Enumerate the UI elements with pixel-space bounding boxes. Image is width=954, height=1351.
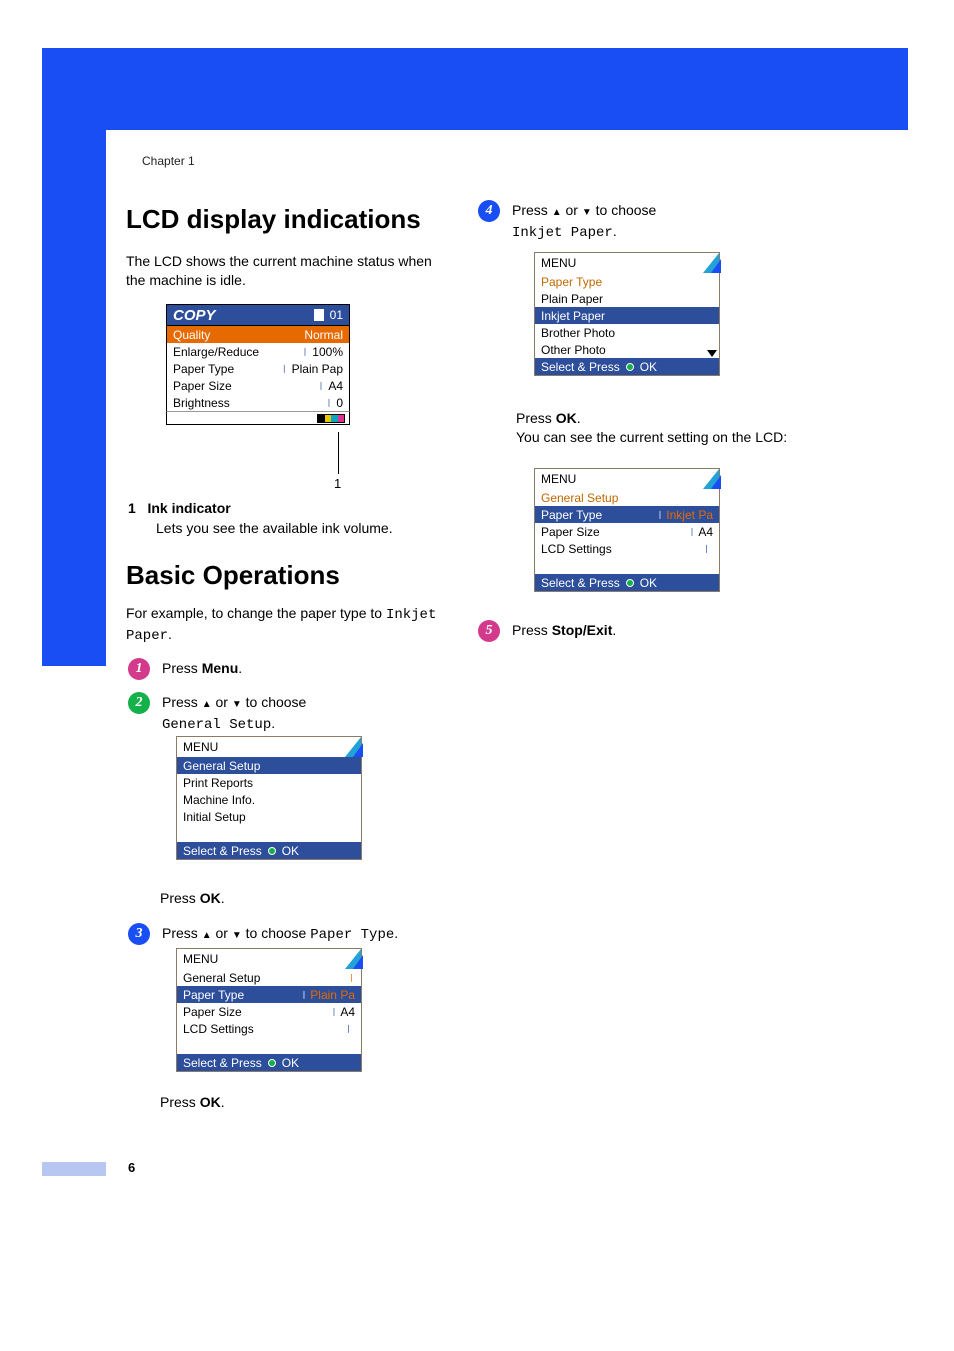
menu-lcd-step3: MENU General Setup❘ Paper Type❘Plain Pa … [176, 948, 362, 1072]
menu-item: Print Reports [177, 774, 361, 791]
ink-note-body: Lets you see the available ink volume. [156, 520, 393, 536]
copy-row: Brightness❘0 [166, 394, 350, 411]
menu-item: Paper Type [535, 273, 719, 290]
step-number-icon: 1 [128, 658, 150, 680]
copy-row: Paper Size❘A4 [166, 377, 350, 394]
down-arrow-icon [232, 925, 242, 941]
menu-highlight: Paper Type❘Inkjet Pa [535, 506, 719, 523]
menu-item: General Setup❘ [177, 969, 361, 986]
copy-title: COPY [173, 307, 216, 324]
menu-item: Other Photo [535, 341, 719, 358]
up-arrow-icon [202, 694, 212, 710]
header-blue-bar [42, 48, 908, 130]
step-number-icon: 2 [128, 692, 150, 714]
heading-lcd: LCD display indications [126, 204, 421, 235]
step-3: 3 Press or to choose Paper Type. [128, 923, 468, 945]
step-number-icon: 5 [478, 620, 500, 642]
menu-item: Initial Setup [177, 808, 361, 825]
copy-footer [166, 411, 350, 425]
heading-basic: Basic Operations [126, 560, 340, 591]
corner-icon [345, 949, 361, 969]
menu-spacer [177, 1037, 361, 1054]
up-arrow-icon [202, 925, 212, 941]
callout-line [338, 432, 339, 474]
menu-title: MENU [535, 469, 719, 489]
menu-spacer [535, 557, 719, 574]
menu-item: Paper Size❘A4 [177, 1003, 361, 1020]
down-arrow-icon [582, 202, 592, 218]
ok-dot-icon [626, 363, 634, 371]
menu-lcd-step2: MENU General Setup Print Reports Machine… [176, 736, 362, 860]
step-number-icon: 4 [478, 200, 500, 222]
after-ok-text: You can see the current setting on the L… [516, 428, 816, 447]
footer-blue-bar [42, 1162, 106, 1176]
press-ok-3: Press OK. [160, 1094, 225, 1110]
step-5: 5 Press Stop/Exit. [478, 620, 818, 642]
chapter-label: Chapter 1 [142, 154, 195, 168]
menu-footer: Select & PressOK [535, 358, 719, 375]
ok-dot-icon [268, 847, 276, 855]
menu-lcd-step4a: MENU Paper Type Plain Paper Inkjet Paper… [534, 252, 720, 376]
up-arrow-icon [552, 202, 562, 218]
menu-footer: Select & PressOK [535, 574, 719, 591]
copy-header-row: Quality ❘Normal [166, 326, 350, 343]
down-arrow-icon [232, 694, 242, 710]
menu-lcd-step4b: MENU General Setup Paper Type❘Inkjet Pa … [534, 468, 720, 592]
lcd-description: The LCD shows the current machine status… [126, 252, 446, 290]
side-blue-bar [42, 48, 106, 666]
menu-footer: Select & PressOK [177, 1054, 361, 1071]
ink-indicator-icon [317, 414, 345, 423]
corner-icon [345, 737, 361, 757]
ink-note-heading: 1 Ink indicator [128, 500, 231, 516]
copy-page-indicator: 01 [314, 308, 343, 322]
menu-title: MENU [177, 737, 361, 757]
step-2: 2 Press or to choose General Setup. [128, 692, 468, 735]
menu-item: Brother Photo [535, 324, 719, 341]
menu-title: MENU [177, 949, 361, 969]
press-ok-4: Press OK. [516, 410, 581, 426]
menu-item: General Setup [535, 489, 719, 506]
corner-icon [703, 253, 719, 273]
menu-item: LCD Settings❘ [535, 540, 719, 557]
copy-row: Paper Type❘Plain Pap [166, 360, 350, 377]
menu-item: LCD Settings❘ [177, 1020, 361, 1037]
menu-footer: Select & PressOK [177, 842, 361, 859]
document-icon [314, 309, 324, 321]
menu-highlight: Inkjet Paper [535, 307, 719, 324]
menu-item: Paper Size❘A4 [535, 523, 719, 540]
menu-spacer [177, 825, 361, 842]
press-ok-2: Press OK. [160, 890, 225, 906]
step-1: 1 Press Menu. [128, 658, 242, 680]
menu-highlight: Paper Type❘Plain Pa [177, 986, 361, 1003]
step-4: 4 Press or to choose Inkjet Paper. [478, 200, 818, 243]
menu-title: MENU [535, 253, 719, 273]
scroll-down-icon [707, 350, 717, 357]
ok-dot-icon [626, 579, 634, 587]
basic-intro: For example, to change the paper type to… [126, 604, 446, 646]
step-number-icon: 3 [128, 923, 150, 945]
ok-dot-icon [268, 1059, 276, 1067]
corner-icon [703, 469, 719, 489]
callout-number: 1 [334, 476, 341, 491]
menu-item: Machine Info. [177, 791, 361, 808]
page-number: 6 [128, 1160, 135, 1175]
menu-highlight: General Setup [177, 757, 361, 774]
copy-row: Enlarge/Reduce❘100% [166, 343, 350, 360]
menu-item: Plain Paper [535, 290, 719, 307]
copy-lcd-panel: COPY 01 Quality ❘Normal Enlarge/Reduce❘1… [166, 304, 350, 425]
copy-lcd-title-bar: COPY 01 [166, 304, 350, 326]
